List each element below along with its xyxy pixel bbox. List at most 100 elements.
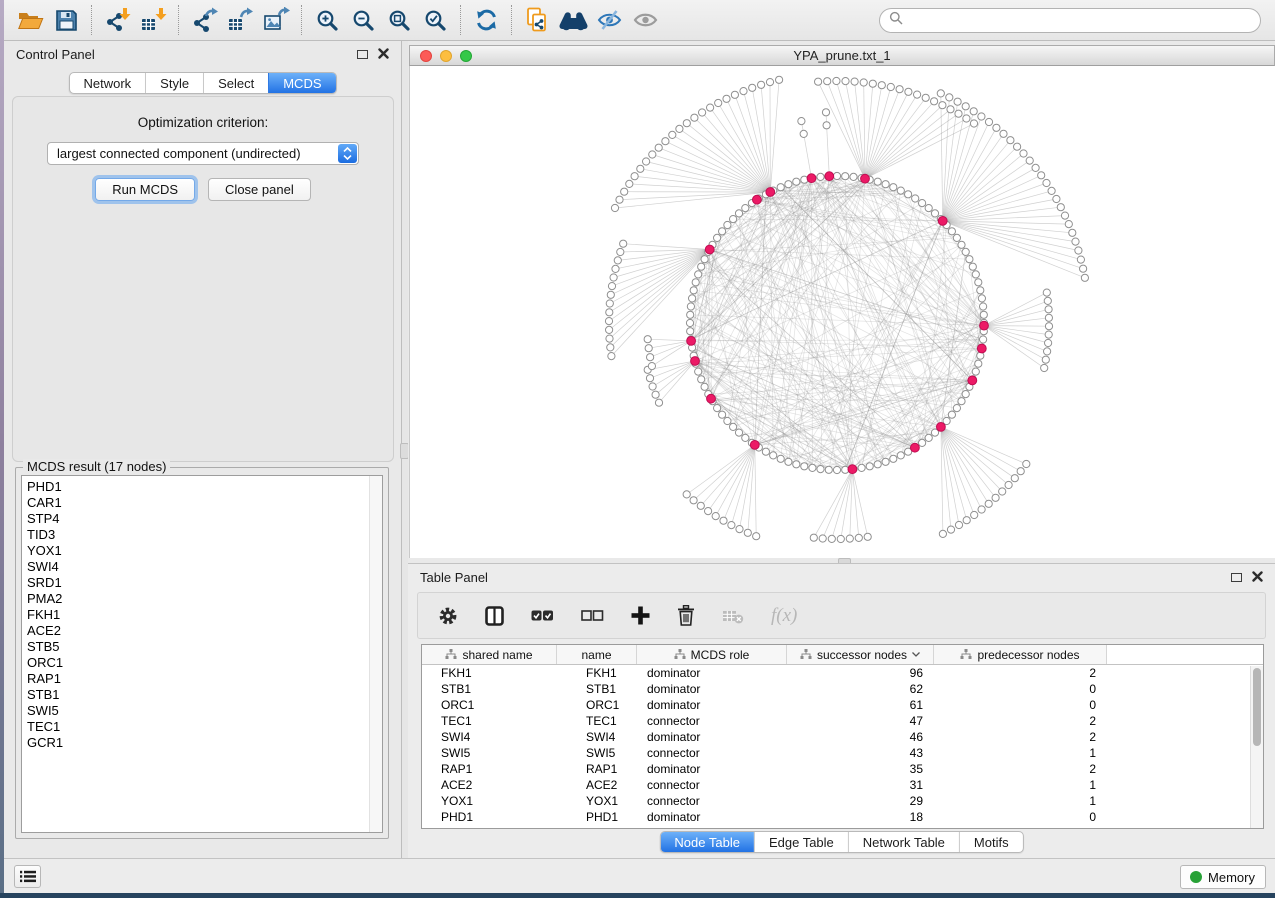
add-column-plus-icon[interactable] — [631, 606, 650, 625]
cell-name[interactable]: YOX1 — [557, 793, 637, 809]
cell-name[interactable]: PHD1 — [557, 809, 637, 825]
cell-shared-name[interactable]: TEC1 — [422, 713, 557, 729]
cell-predecessor-nodes[interactable]: 2 — [934, 665, 1107, 681]
cell-name[interactable]: STB1 — [557, 681, 637, 697]
table-row[interactable]: STB1STB1dominator620 — [422, 681, 1263, 697]
mcds-result-item[interactable]: SWI5 — [27, 703, 368, 719]
cell-predecessor-nodes[interactable]: 0 — [934, 809, 1107, 825]
import-network-icon[interactable] — [99, 4, 135, 36]
hide-selected-eye-slash-icon[interactable] — [591, 4, 627, 36]
cell-successor-nodes[interactable]: 61 — [787, 697, 934, 713]
select-all-icon[interactable] — [531, 608, 554, 623]
mcds-result-item[interactable]: RAP1 — [27, 671, 368, 687]
tab-select[interactable]: Select — [203, 73, 268, 93]
table-settings-gear-icon[interactable] — [438, 606, 458, 626]
mcds-result-item[interactable]: PHD1 — [27, 479, 368, 495]
float-panel-icon[interactable] — [357, 50, 368, 59]
cell-predecessor-nodes[interactable]: 2 — [934, 713, 1107, 729]
cell-shared-name[interactable]: SWI5 — [422, 745, 557, 761]
cell-shared-name[interactable]: ACE2 — [422, 777, 557, 793]
tab-network-table[interactable]: Network Table — [848, 832, 959, 852]
cell-name[interactable]: ORC1 — [557, 697, 637, 713]
show-all-eye-icon[interactable] — [627, 4, 663, 36]
cell-mcds-role[interactable]: connector — [637, 777, 787, 793]
table-row[interactable]: ORC1ORC1dominator610 — [422, 697, 1263, 713]
close-panel-button[interactable]: Close panel — [208, 178, 311, 201]
import-table-icon[interactable] — [135, 4, 171, 36]
cell-shared-name[interactable]: PHD1 — [422, 809, 557, 825]
cell-predecessor-nodes[interactable]: 1 — [934, 745, 1107, 761]
cell-successor-nodes[interactable]: 43 — [787, 745, 934, 761]
find-binoculars-icon[interactable] — [555, 4, 591, 36]
cell-predecessor-nodes[interactable]: 1 — [934, 777, 1107, 793]
table-row[interactable]: SWI4SWI4dominator462 — [422, 729, 1263, 745]
cell-predecessor-nodes[interactable]: 0 — [934, 681, 1107, 697]
float-table-panel-icon[interactable] — [1231, 573, 1242, 582]
cell-name[interactable]: TEC1 — [557, 713, 637, 729]
cell-successor-nodes[interactable]: 46 — [787, 729, 934, 745]
close-table-panel-icon[interactable] — [1252, 570, 1263, 585]
cell-successor-nodes[interactable]: 96 — [787, 665, 934, 681]
mcds-result-item[interactable]: PMA2 — [27, 591, 368, 607]
cell-mcds-role[interactable]: dominator — [637, 697, 787, 713]
search-input[interactable] — [909, 10, 1260, 30]
table-row[interactable]: YOX1YOX1connector291 — [422, 793, 1263, 809]
criterion-dropdown[interactable]: largest connected component (undirected) — [47, 142, 359, 165]
mcds-result-item[interactable]: ORC1 — [27, 655, 368, 671]
cell-successor-nodes[interactable]: 47 — [787, 713, 934, 729]
table-scrollbar[interactable] — [1250, 666, 1263, 828]
save-session-icon[interactable] — [48, 4, 84, 36]
refresh-view-icon[interactable] — [468, 4, 504, 36]
cell-name[interactable]: SWI5 — [557, 745, 637, 761]
table-row[interactable]: ACE2ACE2connector311 — [422, 777, 1263, 793]
cell-name[interactable]: ACE2 — [557, 777, 637, 793]
cell-shared-name[interactable]: YOX1 — [422, 793, 557, 809]
column-header-successor-nodes[interactable]: successor nodes — [787, 645, 934, 664]
cell-shared-name[interactable]: RAP1 — [422, 761, 557, 777]
mcds-result-item[interactable]: YOX1 — [27, 543, 368, 559]
mcds-result-item[interactable]: GCR1 — [27, 735, 368, 751]
cell-predecessor-nodes[interactable]: 2 — [934, 729, 1107, 745]
tab-mcds[interactable]: MCDS — [268, 73, 335, 93]
cell-mcds-role[interactable]: dominator — [637, 809, 787, 825]
cell-successor-nodes[interactable]: 31 — [787, 777, 934, 793]
table-row[interactable]: TEC1TEC1connector472 — [422, 713, 1263, 729]
cell-name[interactable]: SWI4 — [557, 729, 637, 745]
cell-mcds-role[interactable]: connector — [637, 745, 787, 761]
mcds-result-item[interactable]: STP4 — [27, 511, 368, 527]
table-row[interactable]: PHD1PHD1dominator180 — [422, 809, 1263, 825]
cell-shared-name[interactable]: SWI4 — [422, 729, 557, 745]
cell-successor-nodes[interactable]: 62 — [787, 681, 934, 697]
export-network-icon[interactable] — [186, 4, 222, 36]
cell-name[interactable]: FKH1 — [557, 665, 637, 681]
deselect-all-icon[interactable] — [581, 608, 604, 623]
zoom-selected-icon[interactable] — [417, 4, 453, 36]
cell-successor-nodes[interactable]: 35 — [787, 761, 934, 777]
cell-successor-nodes[interactable]: 29 — [787, 793, 934, 809]
table-row[interactable]: SWI5SWI5connector431 — [422, 745, 1263, 761]
cell-mcds-role[interactable]: connector — [637, 713, 787, 729]
cell-name[interactable]: RAP1 — [557, 761, 637, 777]
export-table-icon[interactable] — [222, 4, 258, 36]
cell-predecessor-nodes[interactable]: 1 — [934, 793, 1107, 809]
mcds-result-item[interactable]: FKH1 — [27, 607, 368, 623]
mcds-result-item[interactable]: STB1 — [27, 687, 368, 703]
table-row[interactable]: FKH1FKH1dominator962 — [422, 665, 1263, 681]
tab-edge-table[interactable]: Edge Table — [754, 832, 848, 852]
column-header-name[interactable]: name — [557, 645, 637, 664]
column-header-shared-name[interactable]: shared name — [422, 645, 557, 664]
cell-shared-name[interactable]: ORC1 — [422, 697, 557, 713]
mcds-result-item[interactable]: SRD1 — [27, 575, 368, 591]
cell-predecessor-nodes[interactable]: 0 — [934, 697, 1107, 713]
cell-mcds-role[interactable]: dominator — [637, 681, 787, 697]
tab-style[interactable]: Style — [145, 73, 203, 93]
network-window-titlebar[interactable]: YPA_prune.txt_1 — [409, 45, 1275, 66]
cell-mcds-role[interactable]: dominator — [637, 761, 787, 777]
cell-shared-name[interactable]: STB1 — [422, 681, 557, 697]
zoom-fit-icon[interactable] — [381, 4, 417, 36]
zoom-in-icon[interactable] — [309, 4, 345, 36]
show-columns-icon[interactable] — [485, 606, 504, 626]
mcds-result-item[interactable]: CAR1 — [27, 495, 368, 511]
table-row[interactable]: RAP1RAP1dominator352 — [422, 761, 1263, 777]
cell-predecessor-nodes[interactable]: 2 — [934, 761, 1107, 777]
